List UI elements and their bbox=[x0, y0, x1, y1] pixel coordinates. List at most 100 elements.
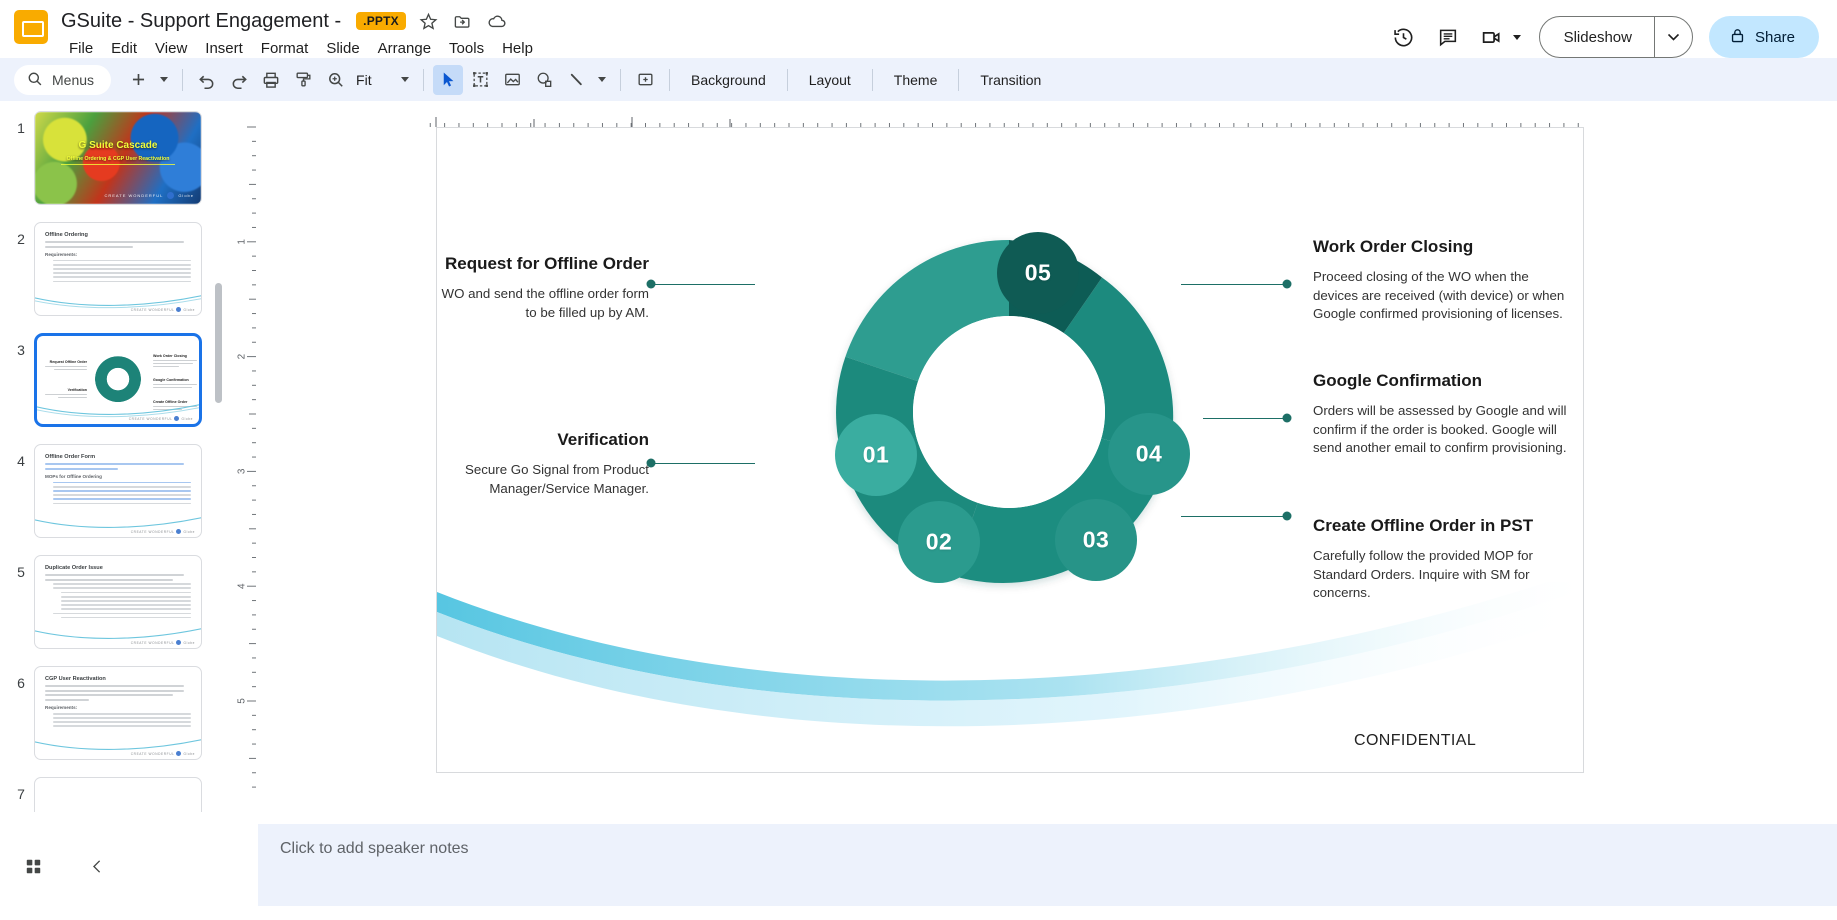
svg-text:2: 2 bbox=[237, 353, 248, 359]
callout-create-offline-order-in-pst[interactable]: Create Offline Order in PST Carefully fo… bbox=[1313, 516, 1567, 602]
video-camera-icon[interactable] bbox=[1472, 17, 1512, 57]
menu-file[interactable]: File bbox=[60, 37, 102, 60]
move-to-folder-icon[interactable] bbox=[452, 10, 474, 32]
globe-logo-icon bbox=[176, 640, 182, 645]
leader-dot-04 bbox=[1282, 413, 1292, 423]
thumb-footer-text: CREATE WONDERFUL bbox=[104, 193, 164, 198]
new-slide-button[interactable] bbox=[123, 65, 153, 95]
callout-work-order-closing[interactable]: Work Order Closing Proceed closing of th… bbox=[1313, 237, 1567, 323]
share-button[interactable]: Share bbox=[1708, 16, 1819, 58]
menu-edit[interactable]: Edit bbox=[102, 37, 146, 60]
shape-tool-button[interactable] bbox=[529, 65, 559, 95]
menu-view[interactable]: View bbox=[146, 37, 196, 60]
zoom-dropdown-caret-icon[interactable] bbox=[396, 65, 414, 95]
transition-button[interactable]: Transition bbox=[968, 67, 1053, 93]
slide-number: 6 bbox=[17, 675, 25, 691]
paint-format-button[interactable] bbox=[288, 65, 318, 95]
slide-thumbnail-5[interactable]: Duplicate Order Issue CREATE WONDERFUL G… bbox=[34, 555, 202, 649]
slide-thumbnail-2[interactable]: Offline Ordering Requirements: CREATE WO… bbox=[34, 222, 202, 316]
theme-button[interactable]: Theme bbox=[882, 67, 950, 93]
grid-view-icon[interactable] bbox=[14, 847, 52, 885]
select-tool-button[interactable] bbox=[433, 64, 464, 95]
thumb-line bbox=[53, 485, 191, 488]
insert-layout-button[interactable] bbox=[630, 65, 660, 95]
slide-thumbnail-4[interactable]: Offline Order Form MOPs for Offline Orde… bbox=[34, 444, 202, 538]
thumb-subtitle: MOPs for Offline Ordering bbox=[45, 473, 102, 479]
menu-help[interactable]: Help bbox=[493, 37, 542, 60]
zoom-level-value[interactable]: Fit bbox=[352, 72, 394, 88]
filmstrip-scroll: 1 G Suite Cascade Offline Ordering & CGP… bbox=[0, 101, 230, 920]
leader-dot-05 bbox=[1282, 279, 1292, 289]
thumb-footer: CREATE WONDERFUL Globe bbox=[128, 416, 193, 421]
zoom-button[interactable] bbox=[320, 65, 350, 95]
slideshow-options-caret-icon[interactable] bbox=[1653, 17, 1692, 57]
thumb-line bbox=[53, 721, 191, 723]
document-title[interactable]: GSuite - Support Engagement - bbox=[58, 9, 344, 34]
thumb-callout-left-2: Verification bbox=[45, 388, 87, 400]
leader-line-04 bbox=[1203, 418, 1287, 419]
slide-thumbnail-6[interactable]: CGP User Reactivation Requirements: CREA… bbox=[34, 666, 202, 760]
callout-title: Google Confirmation bbox=[1313, 371, 1483, 390]
line-tool-button[interactable] bbox=[561, 65, 591, 95]
leader-line-03 bbox=[1181, 516, 1287, 517]
slide-thumbnail-1[interactable]: G Suite Cascade Offline Ordering & CGP U… bbox=[34, 111, 202, 205]
line-options-caret-icon[interactable] bbox=[593, 65, 611, 95]
thumb-line bbox=[45, 578, 174, 581]
speaker-notes-area: Click to add speaker notes bbox=[230, 812, 1837, 920]
undo-button[interactable] bbox=[192, 65, 222, 95]
menu-format[interactable]: Format bbox=[252, 37, 318, 60]
current-slide[interactable]: 01 02 03 04 05 Request for Offline Order… bbox=[436, 127, 1584, 773]
thumb-line bbox=[61, 616, 191, 619]
thumb-line bbox=[53, 716, 191, 719]
filmstrip-scrollbar-thumb[interactable] bbox=[215, 283, 222, 403]
meet-group bbox=[1472, 17, 1527, 57]
callout-google-confirmation[interactable]: Google Confirmation Orders will be asses… bbox=[1313, 371, 1567, 457]
star-icon[interactable] bbox=[418, 10, 440, 32]
speaker-notes-input[interactable]: Click to add speaker notes bbox=[258, 824, 1837, 906]
menu-search-button[interactable]: Menus bbox=[14, 64, 112, 95]
cloud-saved-icon[interactable] bbox=[486, 10, 508, 32]
thumb-title: CGP User Reactivation bbox=[45, 676, 106, 682]
print-button[interactable] bbox=[256, 65, 286, 95]
comment-icon[interactable] bbox=[1428, 17, 1468, 57]
svg-text:1: 1 bbox=[237, 239, 248, 245]
menu-slide[interactable]: Slide bbox=[317, 37, 368, 60]
insert-image-button[interactable] bbox=[497, 65, 527, 95]
vertical-ruler[interactable]: 1 2 3 4 5 bbox=[230, 101, 258, 920]
file-format-badge: .PPTX bbox=[356, 12, 406, 30]
text-box-tool-button[interactable] bbox=[465, 65, 495, 95]
thumb-line bbox=[53, 712, 191, 715]
redo-button[interactable] bbox=[224, 65, 254, 95]
thumb-link-line bbox=[45, 467, 118, 470]
chevron-left-icon[interactable] bbox=[78, 847, 116, 885]
horizontal-ruler[interactable] bbox=[230, 101, 1837, 129]
slideshow-button[interactable]: Slideshow bbox=[1540, 17, 1654, 57]
process-donut-chart[interactable]: 01 02 03 04 05 bbox=[835, 232, 1190, 584]
menu-tools[interactable]: Tools bbox=[440, 37, 493, 60]
filmstrip-scrollbar-track[interactable] bbox=[215, 107, 226, 787]
thumb-line bbox=[61, 608, 191, 611]
leader-line-01 bbox=[651, 284, 755, 285]
callout-title: Request for Offline Order bbox=[444, 254, 649, 273]
thumb-line bbox=[53, 259, 191, 262]
thumb-title: Offline Order Form bbox=[45, 454, 96, 460]
thumb-line bbox=[53, 481, 191, 484]
leader-line-05 bbox=[1181, 284, 1287, 285]
thumb-footer: CREATE WONDERFUL Globe bbox=[130, 529, 195, 534]
callout-body: Secure Go Signal from Product Manager/Se… bbox=[464, 462, 649, 496]
callout-request-for-offline-order[interactable]: Request for Offline Order Confirm WO and… bbox=[437, 254, 649, 322]
background-button[interactable]: Background bbox=[679, 67, 778, 93]
thumb-line bbox=[45, 241, 184, 243]
slide-thumbnail-3[interactable]: Request Offline Order Verification Work … bbox=[34, 333, 202, 427]
thumb-line bbox=[61, 591, 191, 594]
meet-dropdown-caret-icon[interactable] bbox=[1512, 34, 1521, 40]
menu-insert[interactable]: Insert bbox=[196, 37, 252, 60]
thumb-line bbox=[53, 498, 191, 501]
slide-number: 2 bbox=[17, 231, 25, 247]
version-history-icon[interactable] bbox=[1384, 17, 1424, 57]
callout-verification[interactable]: Verification Secure Go Signal from Produ… bbox=[437, 430, 649, 498]
new-slide-options-caret-icon[interactable] bbox=[155, 65, 173, 95]
menu-arrange[interactable]: Arrange bbox=[369, 37, 440, 60]
layout-button[interactable]: Layout bbox=[797, 67, 863, 93]
toolbar-divider-7 bbox=[958, 68, 960, 91]
